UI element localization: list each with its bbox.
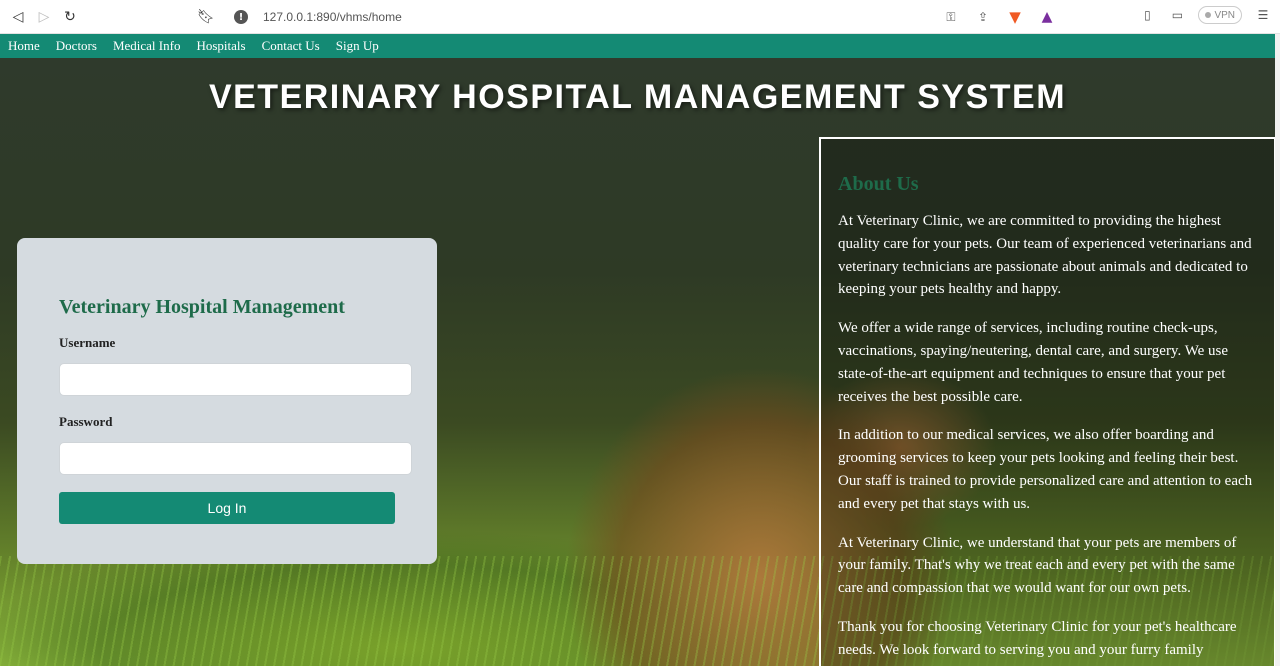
nav-contact-us[interactable]: Contact Us [262, 38, 320, 54]
page-title: VETERINARY HOSPITAL MANAGEMENT SYSTEM [208, 78, 1067, 116]
vpn-label: VPN [1214, 9, 1235, 21]
menu-icon[interactable]: ☰ [1254, 6, 1272, 24]
password-input[interactable] [59, 442, 412, 475]
rewards-triangle-icon[interactable]: ▲ [1038, 8, 1056, 26]
address-text[interactable]: 127.0.0.1:890/vhms/home [263, 10, 402, 24]
about-paragraph: We offer a wide range of services, inclu… [838, 320, 1229, 405]
reload-icon[interactable]: ↻ [57, 4, 83, 30]
vpn-button[interactable]: VPN [1198, 6, 1242, 24]
address-bar[interactable]: ! 127.0.0.1:890/vhms/home ⚿ ⇪ ▼ ▲ [224, 5, 1066, 29]
login-button[interactable]: Log In [59, 492, 395, 524]
about-paragraph: At Veterinary Clinic, we are committed t… [838, 213, 1252, 298]
about-paragraph: At Veterinary Clinic, we understand that… [838, 534, 1237, 597]
username-input[interactable] [59, 363, 412, 396]
key-icon[interactable]: ⚿ [942, 8, 960, 26]
site-nav: Home Doctors Medical Info Hospitals Cont… [0, 34, 1275, 58]
browser-toolbar: ◁ ▷ ↻ 🔖︎ ! 127.0.0.1:890/vhms/home ⚿ ⇪ ▼… [0, 0, 1280, 34]
forward-icon[interactable]: ▷ [31, 4, 57, 30]
back-icon[interactable]: ◁ [5, 4, 31, 30]
bookmark-icon[interactable]: 🔖︎ [193, 4, 219, 30]
nav-medical-info[interactable]: Medical Info [113, 38, 181, 54]
nav-doctors[interactable]: Doctors [56, 38, 97, 54]
username-label: Username [59, 335, 116, 350]
nav-hospitals[interactable]: Hospitals [196, 38, 245, 54]
about-paragraph: In addition to our medical services, we … [838, 427, 1253, 512]
login-title: Veterinary Hospital Management [59, 296, 345, 318]
about-title: About Us [838, 173, 919, 195]
share-icon[interactable]: ⇪ [974, 8, 992, 26]
wallet-icon[interactable]: ▭ [1168, 6, 1186, 24]
about-panel: About Us At Veterinary Clinic, we are co… [819, 137, 1276, 666]
nav-home[interactable]: Home [8, 38, 40, 54]
nav-sign-up[interactable]: Sign Up [336, 38, 379, 54]
login-card: Veterinary Hospital Management Username … [17, 238, 437, 564]
site-info-icon[interactable]: ! [234, 10, 248, 24]
brave-shield-icon[interactable]: ▼ [1006, 8, 1024, 26]
about-paragraph: Thank you for choosing Veterinary Clinic… [838, 618, 1237, 658]
sidebar-icon[interactable]: ▯ [1138, 6, 1156, 24]
page-scrollbar[interactable] [1275, 34, 1280, 666]
vpn-status-dot [1205, 12, 1212, 18]
password-label: Password [59, 414, 113, 429]
